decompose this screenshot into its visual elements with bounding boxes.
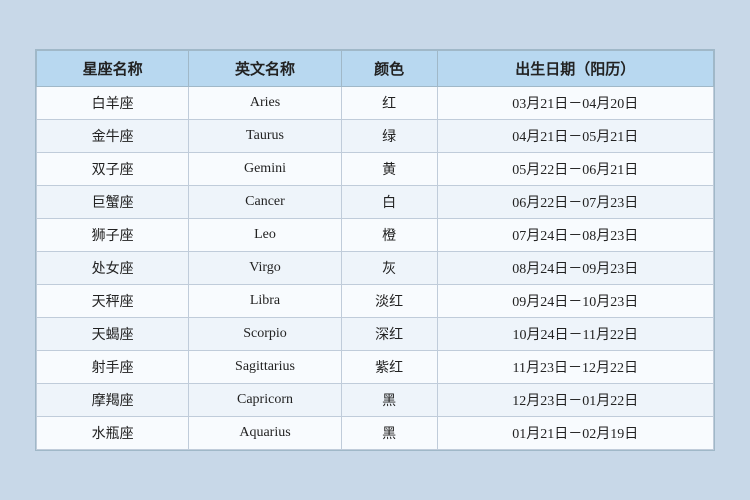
- cell-dates: 07月24日－08月23日: [437, 219, 713, 252]
- cell-chinese: 摩羯座: [37, 384, 189, 417]
- cell-color: 紫红: [341, 351, 437, 384]
- cell-dates: 05月22日－06月21日: [437, 153, 713, 186]
- cell-english: Virgo: [189, 252, 341, 285]
- cell-english: Cancer: [189, 186, 341, 219]
- cell-dates: 03月21日－04月20日: [437, 87, 713, 120]
- cell-color: 黑: [341, 417, 437, 450]
- cell-color: 橙: [341, 219, 437, 252]
- cell-english: Gemini: [189, 153, 341, 186]
- cell-english: Libra: [189, 285, 341, 318]
- cell-english: Aquarius: [189, 417, 341, 450]
- col-header-english: 英文名称: [189, 51, 341, 87]
- cell-chinese: 双子座: [37, 153, 189, 186]
- cell-chinese: 射手座: [37, 351, 189, 384]
- cell-dates: 11月23日－12月22日: [437, 351, 713, 384]
- cell-chinese: 金牛座: [37, 120, 189, 153]
- col-header-dates: 出生日期（阳历）: [437, 51, 713, 87]
- cell-dates: 01月21日－02月19日: [437, 417, 713, 450]
- table-row: 狮子座Leo橙07月24日－08月23日: [37, 219, 714, 252]
- cell-color: 黄: [341, 153, 437, 186]
- cell-color: 红: [341, 87, 437, 120]
- cell-chinese: 处女座: [37, 252, 189, 285]
- cell-english: Taurus: [189, 120, 341, 153]
- cell-dates: 12月23日－01月22日: [437, 384, 713, 417]
- table-body: 白羊座Aries红03月21日－04月20日金牛座Taurus绿04月21日－0…: [37, 87, 714, 450]
- cell-dates: 06月22日－07月23日: [437, 186, 713, 219]
- table-row: 天蝎座Scorpio深红10月24日－11月22日: [37, 318, 714, 351]
- cell-color: 深红: [341, 318, 437, 351]
- table-row: 射手座Sagittarius紫红11月23日－12月22日: [37, 351, 714, 384]
- table-row: 巨蟹座Cancer白06月22日－07月23日: [37, 186, 714, 219]
- cell-dates: 09月24日－10月23日: [437, 285, 713, 318]
- table-row: 白羊座Aries红03月21日－04月20日: [37, 87, 714, 120]
- cell-dates: 04月21日－05月21日: [437, 120, 713, 153]
- cell-english: Leo: [189, 219, 341, 252]
- cell-chinese: 天蝎座: [37, 318, 189, 351]
- col-header-color: 颜色: [341, 51, 437, 87]
- cell-dates: 08月24日－09月23日: [437, 252, 713, 285]
- table-row: 双子座Gemini黄05月22日－06月21日: [37, 153, 714, 186]
- zodiac-table-wrapper: 星座名称 英文名称 颜色 出生日期（阳历） 白羊座Aries红03月21日－04…: [35, 49, 715, 451]
- cell-english: Capricorn: [189, 384, 341, 417]
- table-row: 处女座Virgo灰08月24日－09月23日: [37, 252, 714, 285]
- cell-color: 淡红: [341, 285, 437, 318]
- col-header-chinese: 星座名称: [37, 51, 189, 87]
- cell-chinese: 巨蟹座: [37, 186, 189, 219]
- table-row: 水瓶座Aquarius黑01月21日－02月19日: [37, 417, 714, 450]
- cell-color: 黑: [341, 384, 437, 417]
- cell-color: 绿: [341, 120, 437, 153]
- cell-chinese: 水瓶座: [37, 417, 189, 450]
- table-row: 摩羯座Capricorn黑12月23日－01月22日: [37, 384, 714, 417]
- cell-color: 白: [341, 186, 437, 219]
- cell-chinese: 狮子座: [37, 219, 189, 252]
- table-header-row: 星座名称 英文名称 颜色 出生日期（阳历）: [37, 51, 714, 87]
- cell-chinese: 白羊座: [37, 87, 189, 120]
- cell-dates: 10月24日－11月22日: [437, 318, 713, 351]
- table-row: 天秤座Libra淡红09月24日－10月23日: [37, 285, 714, 318]
- cell-color: 灰: [341, 252, 437, 285]
- cell-english: Aries: [189, 87, 341, 120]
- cell-english: Sagittarius: [189, 351, 341, 384]
- cell-english: Scorpio: [189, 318, 341, 351]
- cell-chinese: 天秤座: [37, 285, 189, 318]
- table-row: 金牛座Taurus绿04月21日－05月21日: [37, 120, 714, 153]
- zodiac-table: 星座名称 英文名称 颜色 出生日期（阳历） 白羊座Aries红03月21日－04…: [36, 50, 714, 450]
